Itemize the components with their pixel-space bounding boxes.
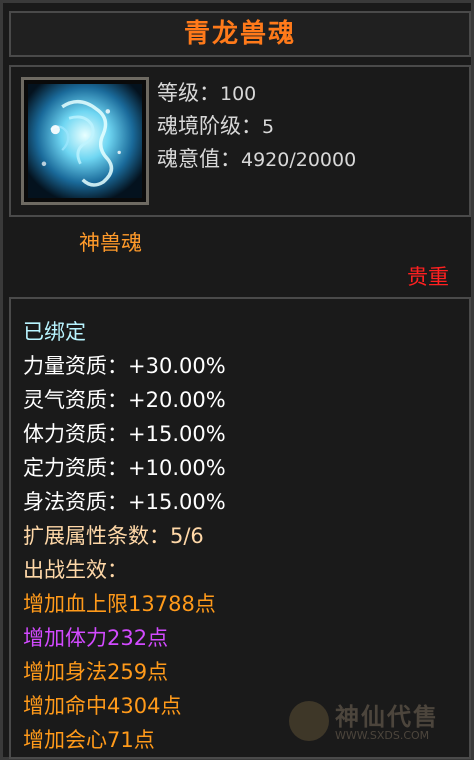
attribute-row: 体力资质：+15.00% [23, 417, 226, 451]
level-row: 等级：100 [157, 77, 356, 110]
item-title: 青龙兽魂 [9, 11, 471, 57]
attribute-value: +15.00% [128, 490, 226, 514]
attribute-row: 力量资质：+30.00% [23, 349, 226, 383]
item-category: 神兽魂 [79, 231, 142, 255]
effect-line: 增加血上限13788点 [23, 592, 216, 616]
soul-value-row: 魂意值：4920/20000 [157, 143, 356, 176]
attribute-row: 定力资质：+10.00% [23, 451, 226, 485]
item-info-panel: 等级：100 魂境阶级：5 魂意值：4920/20000 [9, 65, 471, 217]
watermark-url: WWW.SXDS.COM [335, 729, 430, 742]
detail-list: 已绑定 力量资质：+30.00% 灵气资质：+20.00% 体力资质：+15.0… [23, 315, 226, 757]
azure-dragon-soul-icon [28, 84, 142, 198]
attribute-row: 身法资质：+15.00% [23, 485, 226, 519]
effect-line: 增加身法259点 [23, 660, 169, 684]
attribute-value: +20.00% [128, 388, 226, 412]
extended-attribute-count: 扩展属性条数：5/6 [23, 519, 226, 553]
attribute-value: +15.00% [128, 422, 226, 446]
item-icon-frame [21, 77, 149, 205]
attribute-value: +10.00% [128, 456, 226, 480]
effect-line: 增加体力232点 [23, 626, 169, 650]
soul-label: 魂意值： [157, 147, 241, 171]
realm-label: 魂境阶级： [157, 114, 262, 138]
ext-label: 扩展属性条数： [23, 524, 170, 548]
watermark: 神仙代售 WWW.SXDS.COM [289, 697, 459, 749]
attribute-label: 身法资质： [23, 490, 128, 514]
watermark-text: 神仙代售 [335, 703, 439, 731]
bound-status: 已绑定 [23, 320, 86, 344]
soul-value: 4920/20000 [241, 149, 357, 171]
item-tooltip: 青龙兽魂 等级：100 魂境阶级：5 魂意值：4920/20000 神兽魂 贵重… [0, 0, 474, 760]
item-details-panel: 已绑定 力量资质：+30.00% 灵气资质：+20.00% 体力资质：+15.0… [9, 297, 471, 759]
attribute-label: 体力资质： [23, 422, 128, 446]
attribute-row: 灵气资质：+20.00% [23, 383, 226, 417]
attribute-label: 力量资质： [23, 354, 128, 378]
attribute-value: +30.00% [128, 354, 226, 378]
attribute-label: 定力资质： [23, 456, 128, 480]
attribute-label: 灵气资质： [23, 388, 128, 412]
item-quality: 贵重 [407, 265, 449, 289]
realm-value: 5 [262, 116, 275, 138]
item-stats: 等级：100 魂境阶级：5 魂意值：4920/20000 [157, 77, 356, 176]
level-value: 100 [220, 83, 257, 105]
realm-row: 魂境阶级：5 [157, 110, 356, 143]
effect-line: 增加会心71点 [23, 728, 155, 752]
watermark-logo-icon [289, 701, 329, 741]
battle-effect-heading: 出战生效： [23, 558, 128, 582]
effect-line: 增加命中4304点 [23, 694, 182, 718]
item-meta: 神兽魂 贵重 [9, 217, 471, 293]
level-label: 等级： [157, 81, 220, 105]
ext-value: 5/6 [170, 524, 204, 548]
